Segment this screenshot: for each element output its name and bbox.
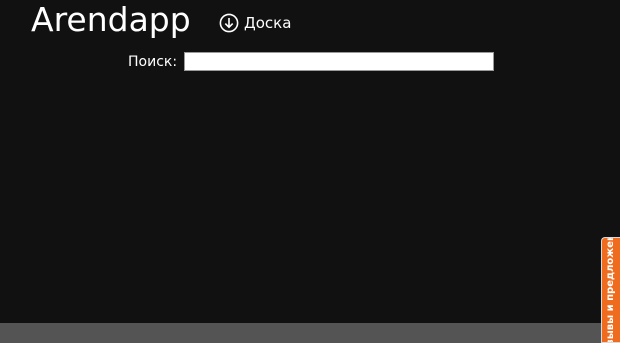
board-link[interactable]: Доска	[219, 12, 291, 34]
page: Arendapp Доска Поиск: Отзывы и предложен…	[0, 0, 620, 343]
feedback-tab[interactable]: Отзывы и предложения	[601, 237, 620, 343]
search-input[interactable]	[184, 52, 495, 71]
board-link-label: Доска	[244, 14, 292, 32]
circle-arrow-down-icon	[219, 13, 239, 33]
search-label: Поиск:	[128, 53, 178, 70]
feedback-tab-label: Отзывы и предложения	[605, 237, 616, 343]
app-title[interactable]: Arendapp	[31, 0, 191, 40]
bottom-bar	[0, 323, 620, 343]
search-row: Поиск:	[128, 52, 495, 71]
